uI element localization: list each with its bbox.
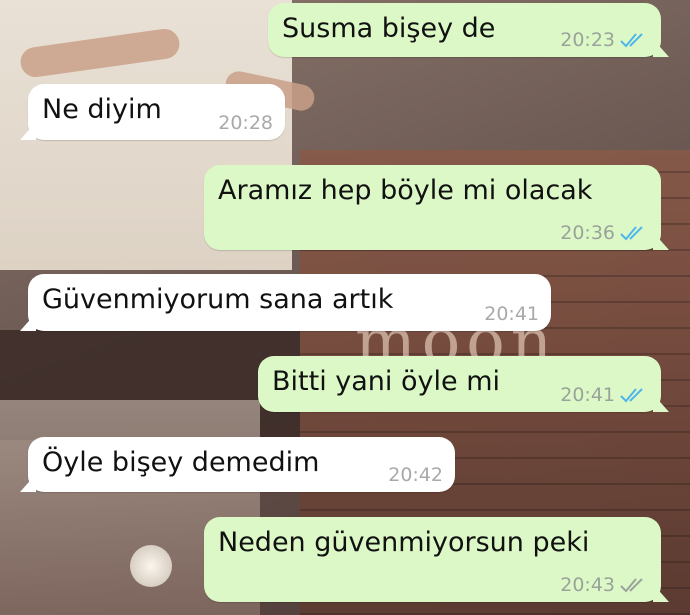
message-text: Neden güvenmiyorsun peki (218, 527, 590, 558)
bubble-tail (653, 232, 669, 250)
message-bubble-outgoing[interactable]: Aramız hep böyle mi olacak 20:36 (204, 165, 669, 250)
message-time: 20:42 (388, 464, 443, 486)
message-bubble-outgoing[interactable]: Bitti yani öyle mi 20:41 (258, 356, 669, 412)
message-bubble-incoming[interactable]: Öyle bişey demedim 20:42 (20, 437, 455, 492)
bubble-tail (20, 474, 36, 492)
message-meta: 20:43 (560, 574, 649, 596)
double-check-icon (620, 226, 643, 241)
double-check-icon (620, 388, 643, 403)
message-bubble-incoming[interactable]: Güvenmiyorum sana artık 20:41 (20, 274, 551, 331)
double-check-icon (620, 578, 643, 593)
message-text: Ne diyim (42, 94, 162, 125)
message-time: 20:41 (484, 303, 539, 325)
double-check-icon (620, 33, 643, 48)
bubble-tail (653, 394, 669, 412)
bubble-tail (653, 39, 669, 57)
message-time: 20:43 (560, 574, 615, 596)
message-time: 20:23 (560, 29, 615, 51)
message-meta: 20:41 (560, 384, 649, 406)
message-text: Susma bişey de (282, 13, 496, 44)
bubble-tail (20, 313, 36, 331)
message-time: 20:36 (560, 222, 615, 244)
wallpaper-lamp (130, 545, 172, 587)
message-bubble-incoming[interactable]: Ne diyim 20:28 (20, 84, 285, 140)
bubble-tail (20, 122, 36, 140)
message-bubble-outgoing[interactable]: Susma bişey de 20:23 (268, 3, 669, 57)
message-bubble-outgoing[interactable]: Neden güvenmiyorsun peki 20:43 (204, 517, 669, 602)
message-text: Aramız hep böyle mi olacak (218, 175, 593, 206)
bubble-tail (653, 584, 669, 602)
message-text: Güvenmiyorum sana artık (42, 284, 394, 315)
message-meta: 20:28 (218, 112, 273, 134)
message-meta: 20:42 (388, 464, 443, 486)
message-time: 20:41 (560, 384, 615, 406)
message-text: Bitti yani öyle mi (272, 366, 500, 397)
message-text: Öyle bişey demedim (42, 447, 320, 478)
message-meta: 20:41 (484, 303, 539, 325)
message-meta: 20:23 (560, 29, 649, 51)
message-meta: 20:36 (560, 222, 649, 244)
message-time: 20:28 (218, 112, 273, 134)
